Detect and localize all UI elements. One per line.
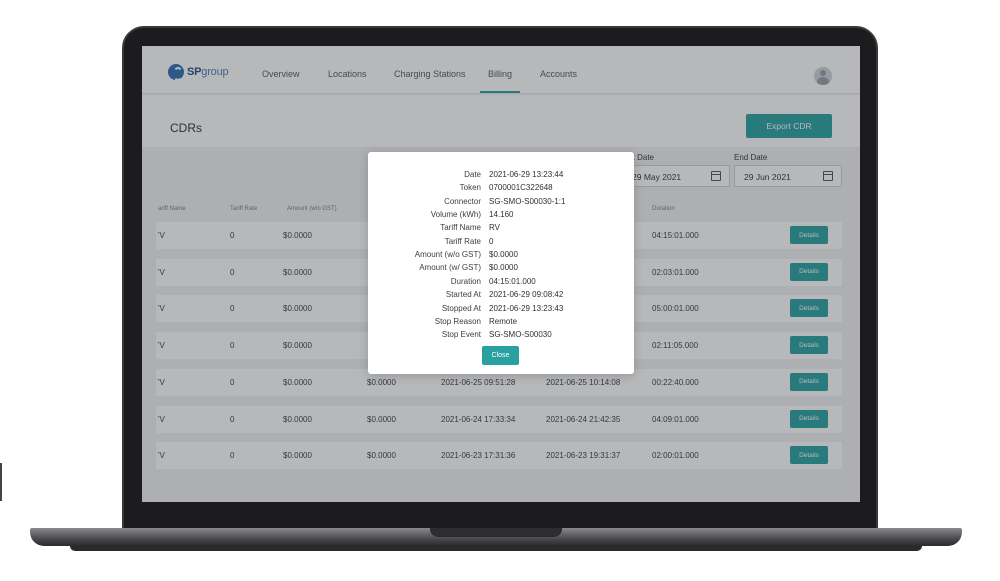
detail-row: Tariff Name RV: [368, 223, 634, 236]
laptop-foot: [70, 546, 922, 551]
detail-label: Date: [464, 170, 481, 179]
detail-row: Duration 04:15:01.000: [368, 277, 634, 290]
detail-value: $0.0000: [489, 263, 518, 273]
detail-label: Volume (kWh): [430, 210, 481, 220]
detail-label: Amount (w/o GST): [414, 250, 481, 260]
detail-value: $0.0000: [489, 250, 518, 260]
detail-label: Duration: [450, 276, 481, 286]
detail-row: Amount (w/o GST) $0.0000: [368, 250, 634, 263]
detail-value: 2021-06-29 13:23:44: [489, 170, 564, 179]
laptop-mockup: SPgroup Overview Locations Charging Stat…: [0, 0, 1000, 581]
edge-mark: [0, 463, 2, 501]
detail-row: Connector SG-SMO-S00030-1:1: [368, 197, 634, 210]
detail-value: 2021-06-29 09:08:42: [489, 290, 564, 300]
detail-value: 14.160: [489, 210, 514, 220]
detail-row: Date 2021-06-29 13:23:44: [368, 170, 634, 183]
detail-label: Stop Event: [441, 330, 481, 340]
close-button[interactable]: Close: [482, 346, 519, 365]
detail-label: Tariff Name: [440, 223, 481, 233]
detail-value: Remote: [489, 316, 518, 326]
detail-label: Stop Reason: [434, 316, 481, 326]
detail-value: 04:15:01.000: [489, 276, 536, 286]
detail-row: Tariff Rate 0: [368, 237, 634, 250]
detail-value: SG-SMO-S00030: [489, 330, 552, 340]
laptop-notch: [430, 528, 562, 537]
detail-row: Amount (w/ GST) $0.0000: [368, 263, 634, 276]
detail-row: Started At 2021-06-29 09:08:42: [368, 290, 634, 303]
detail-label: Stopped At: [441, 303, 481, 313]
detail-row: Volume (kWh) 14.160: [368, 210, 634, 223]
detail-label: Started At: [445, 290, 481, 300]
detail-value: SG-SMO-S00030-1:1: [489, 196, 566, 206]
detail-label: Connector: [444, 196, 481, 206]
detail-value: 0: [489, 236, 494, 246]
detail-row: Stop Reason Remote: [368, 317, 634, 330]
detail-value: 0700001C322648: [489, 183, 553, 193]
detail-value: 2021-06-29 13:23:43: [489, 303, 564, 313]
cdr-details-modal: Date 2021-06-29 13:23:44 Token 0700001C3226…: [368, 152, 634, 374]
detail-row: Stop Event SG-SMO-S00030: [368, 330, 634, 343]
detail-label: Amount (w/ GST): [419, 263, 481, 273]
detail-row: Token 0700001C322648: [368, 183, 634, 196]
detail-label: Tariff Rate: [444, 236, 481, 246]
detail-label: Token: [459, 183, 481, 193]
detail-value: RV: [489, 223, 500, 233]
detail-row: Stopped At 2021-06-29 13:23:43: [368, 304, 634, 317]
app-screen: SPgroup Overview Locations Charging Stat…: [142, 46, 860, 502]
